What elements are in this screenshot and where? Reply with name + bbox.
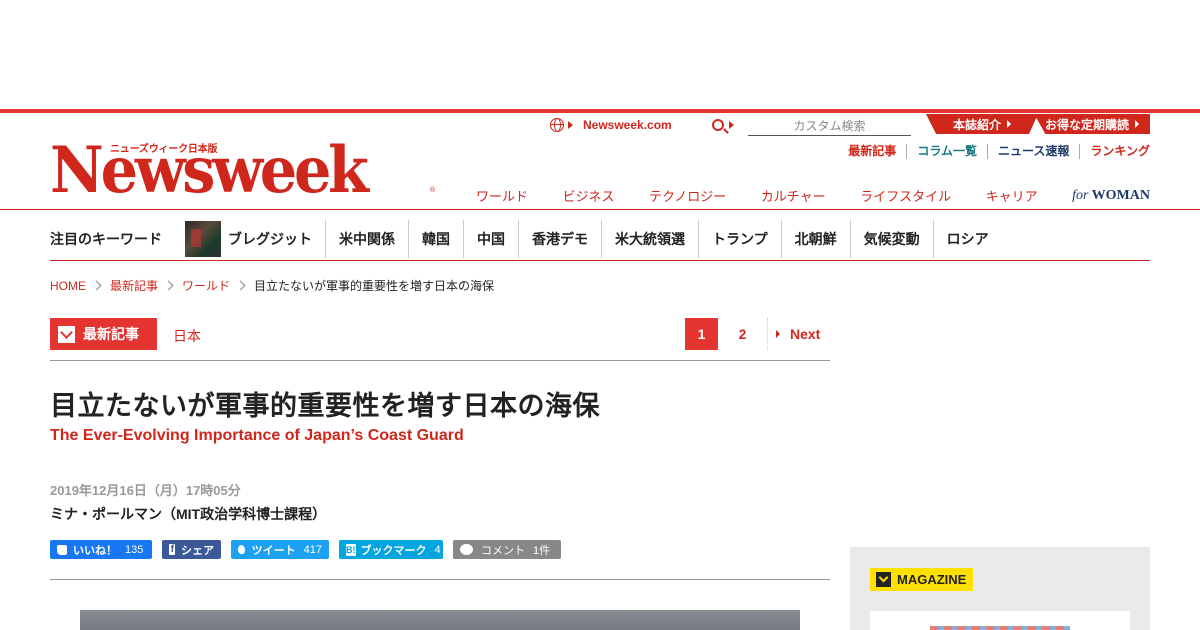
header-divider — [0, 209, 1200, 210]
nav-world[interactable]: ワールド — [476, 186, 528, 205]
breadcrumb-latest[interactable]: 最新記事 — [110, 277, 158, 294]
twitter-bird-icon — [238, 545, 245, 554]
keyword-korea[interactable]: 韓国 — [408, 220, 463, 258]
fb-share-label: シェア — [181, 544, 214, 557]
keyword-trump[interactable]: トランプ — [698, 220, 781, 258]
article-title-english: The Ever-Evolving Importance of Japan’s … — [50, 427, 464, 444]
caret-right-icon — [728, 121, 734, 129]
about-magazine-label: 本誌紹介 — [952, 117, 1001, 132]
tweet-button[interactable]: ツイート 417 — [231, 540, 329, 559]
sidebar-magazine: MAGAZINE — [850, 547, 1150, 630]
tweet-label: ツイート — [251, 544, 296, 557]
hatena-count: 4 — [434, 543, 441, 556]
keyword-north-korea[interactable]: 北朝鮮 — [780, 220, 850, 258]
chevron-right-icon — [235, 280, 246, 291]
subnav-latest[interactable]: 最新記事 — [838, 144, 906, 159]
page-1-current: 1 — [685, 318, 718, 350]
hatena-bookmark-button[interactable]: B! ブックマーク 4 — [339, 540, 443, 559]
category-latest-button[interactable]: 最新記事 — [50, 318, 157, 350]
caret-right-icon — [568, 121, 573, 129]
subnav-ranking[interactable]: ランキング — [1079, 144, 1150, 159]
breadcrumb-world[interactable]: ワールド — [182, 277, 230, 294]
magazine-card[interactable] — [870, 611, 1130, 630]
pagination: 1 2 Next — [685, 318, 820, 350]
for-woman-for: for — [1072, 187, 1089, 203]
caret-right-icon — [1007, 120, 1011, 128]
keyword-climate[interactable]: 気候変動 — [849, 220, 933, 258]
article-hero-image — [80, 610, 800, 630]
caret-right-icon — [1135, 120, 1139, 128]
subscribe-label: お得な定期購読 — [1044, 117, 1129, 132]
keyword-brexit[interactable]: ブレグジット — [228, 220, 325, 258]
subscribe-button[interactable]: お得な定期購読 — [1034, 114, 1150, 134]
comment-button[interactable]: コメント 1件 — [453, 540, 561, 559]
nav-business[interactable]: ビジネス — [563, 186, 615, 205]
nav-technology[interactable]: テクノロジー — [649, 186, 726, 205]
thumbs-up-icon — [57, 544, 67, 555]
main-navigation: ワールド ビジネス テクノロジー カルチャー ライフスタイル キャリア for … — [476, 186, 1150, 205]
magazine-cover-image — [930, 626, 1070, 630]
breadcrumb-home[interactable]: HOME — [50, 279, 86, 293]
article-date: 2019年12月16日（月）17時05分 — [50, 483, 241, 498]
nav-career[interactable]: キャリア — [986, 186, 1038, 205]
search-icon[interactable] — [711, 119, 724, 131]
hatena-b-icon: B! — [346, 543, 356, 556]
tweet-count: 417 — [303, 543, 322, 556]
for-woman-woman: WOMAN — [1091, 187, 1150, 203]
chevron-right-icon — [91, 280, 102, 291]
keyword-divider — [50, 260, 1150, 261]
logo-registered-mark: ® — [430, 187, 436, 194]
keyword-china[interactable]: 中国 — [463, 220, 518, 258]
utility-bar: Newsweek.com — [550, 114, 734, 136]
globe-icon — [550, 118, 564, 132]
keyword-bar: 注目のキーワード ブレグジット 米中関係 韓国 中国 香港デモ 米大統領選 トラ… — [50, 219, 1150, 259]
checkmark-icon — [876, 572, 891, 587]
facebook-share-button[interactable]: f シェア — [162, 540, 221, 559]
comment-label: コメント — [481, 544, 525, 557]
comment-bubble-icon — [460, 544, 473, 555]
keyword-us-china[interactable]: 米中関係 — [325, 220, 408, 258]
like-count: 135 — [125, 543, 144, 556]
keyword-hk-protest[interactable]: 香港デモ — [518, 220, 601, 258]
search-input[interactable] — [748, 116, 911, 136]
breadcrumb-current: 目立たないが軍事的重要性を増す日本の海保 — [254, 279, 495, 293]
about-magazine-button[interactable]: 本誌紹介 — [926, 114, 1038, 134]
caret-right-icon — [776, 330, 780, 338]
subnav-columns[interactable]: コラム一覧 — [906, 144, 987, 159]
hatena-label: ブックマーク — [360, 544, 427, 557]
next-page-label: Next — [790, 326, 821, 342]
header-top-rule — [0, 109, 1200, 113]
nav-lifestyle[interactable]: ライフスタイル — [860, 186, 951, 205]
keyword-thumbnail[interactable] — [185, 221, 221, 257]
nav-culture[interactable]: カルチャー — [761, 186, 826, 205]
newsweek-com-link[interactable]: Newsweek.com — [583, 118, 672, 132]
share-divider — [50, 579, 830, 580]
checkmark-icon — [58, 325, 75, 343]
sub-navigation: 最新記事 コラム一覧 ニュース速報 ランキング — [838, 144, 1150, 159]
category-divider — [50, 360, 830, 361]
newsweek-logo[interactable]: ニューズウィーク日本版 Newsweek ® — [50, 133, 440, 208]
nav-for-woman[interactable]: for WOMAN — [1072, 188, 1150, 204]
article-author: ミナ・ポールマン（MIT政治学科博士課程） — [50, 506, 327, 522]
facebook-icon: f — [169, 544, 175, 555]
keyword-russia[interactable]: ロシア — [932, 220, 1002, 258]
category-label: 最新記事 — [83, 326, 139, 342]
keyword-us-election[interactable]: 米大統領選 — [601, 220, 698, 258]
article-title: 目立たないが軍事的重要性を増す日本の海保 — [50, 391, 600, 421]
like-label: いいね！ — [73, 544, 117, 557]
comment-count: 1件 — [533, 544, 551, 557]
logo-wordmark: Newsweek — [50, 133, 369, 208]
facebook-like-button[interactable]: いいね！ 135 — [50, 540, 152, 559]
chevron-right-icon — [163, 280, 174, 291]
category-japan-link[interactable]: 日本 — [173, 326, 201, 346]
breadcrumb: HOME 最新記事 ワールド 目立たないが軍事的重要性を増す日本の海保 — [50, 277, 494, 294]
magazine-label: MAGAZINE — [897, 572, 967, 587]
next-page-link[interactable]: Next — [768, 326, 820, 342]
magazine-heading: MAGAZINE — [870, 568, 974, 591]
subnav-breaking[interactable]: ニュース速報 — [986, 144, 1079, 159]
keyword-bar-title: 注目のキーワード — [50, 231, 162, 247]
page-2-link[interactable]: 2 — [718, 318, 768, 350]
